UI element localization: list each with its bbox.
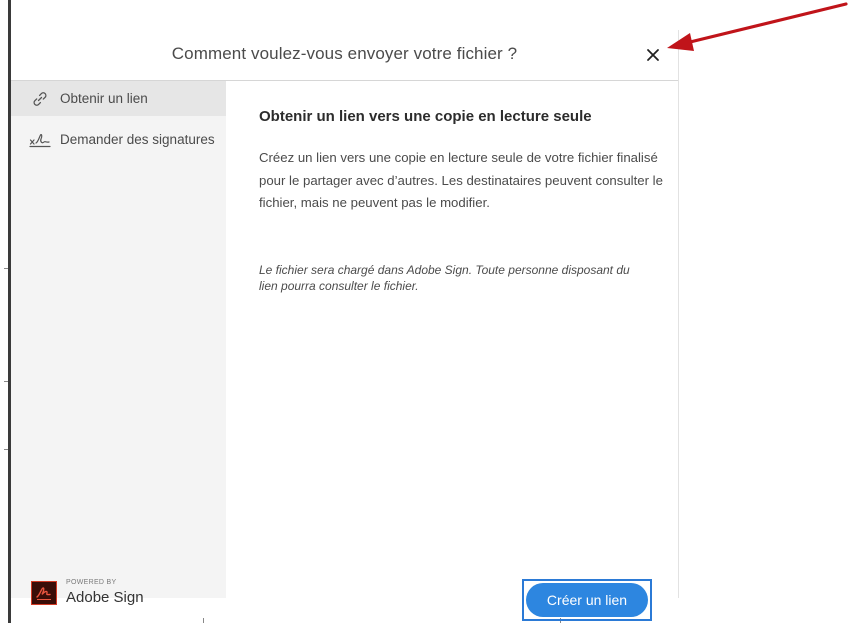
background-divider xyxy=(203,618,204,623)
annotation-arrow-icon xyxy=(667,2,848,51)
adobe-sign-branding: POWERED BY Adobe Sign xyxy=(31,576,181,614)
dialog-header: Comment voulez-vous envoyer votre fichie… xyxy=(11,30,678,81)
content-title: Obtenir un lien vers une copie en lectur… xyxy=(259,108,592,125)
adobe-sign-logo xyxy=(31,581,57,605)
create-link-button-focus-ring: Créer un lien xyxy=(522,579,652,621)
sidebar: Obtenir un lien Demander des signatures xyxy=(11,81,226,606)
dialog-title: Comment voulez-vous envoyer votre fichie… xyxy=(171,44,518,63)
background-divider xyxy=(4,268,8,269)
sidebar-item-get-link[interactable]: Obtenir un lien xyxy=(11,81,226,116)
powered-by-label: POWERED BY xyxy=(66,579,117,586)
create-link-button[interactable]: Créer un lien xyxy=(526,583,648,617)
sidebar-item-request-signatures[interactable]: Demander des signatures xyxy=(11,122,226,157)
send-file-dialog: Comment voulez-vous envoyer votre fichie… xyxy=(11,30,679,621)
sidebar-item-label: Obtenir un lien xyxy=(60,91,148,106)
signature-icon xyxy=(29,131,51,149)
background-divider xyxy=(4,381,8,382)
link-icon xyxy=(29,90,51,108)
background-divider xyxy=(4,449,8,450)
content-note: Le fichier sera chargé dans Adobe Sign. … xyxy=(259,263,630,293)
sidebar-item-label: Demander des signatures xyxy=(60,132,215,147)
content-panel: Obtenir un lien vers une copie en lectur… xyxy=(226,81,678,621)
brand-name: Adobe Sign xyxy=(66,589,144,606)
content-description: Créez un lien vers une copie en lecture … xyxy=(259,150,663,210)
